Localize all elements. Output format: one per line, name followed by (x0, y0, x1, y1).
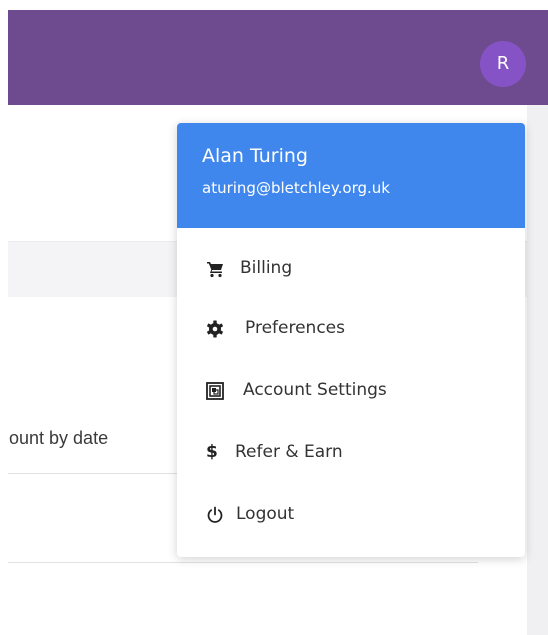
menu-item-refer-earn[interactable]: $ Refer & Earn (177, 429, 525, 477)
menu-item-account-settings[interactable]: Account Settings (177, 367, 525, 415)
background-divider (8, 562, 478, 563)
menu-item-billing[interactable]: Billing (177, 245, 525, 293)
menu-item-logout[interactable]: Logout (177, 491, 525, 539)
gear-icon (207, 320, 223, 338)
top-navbar: R (8, 10, 548, 105)
menu-item-label: Logout (236, 504, 295, 524)
background-scroll-track (527, 105, 548, 635)
user-email: aturing@bletchley.org.uk (202, 179, 390, 197)
menu-item-label: Preferences (245, 318, 345, 338)
menu-item-preferences[interactable]: Preferences (177, 305, 525, 353)
power-icon (207, 506, 223, 523)
user-dropdown-menu: Alan Turing aturing@bletchley.org.uk Bil… (177, 123, 525, 557)
page: R ount by date Alan Turing aturing@bletc… (0, 0, 548, 635)
menu-item-label: Account Settings (243, 380, 387, 400)
user-avatar-button[interactable]: R (480, 41, 526, 87)
menu-item-label: Refer & Earn (235, 442, 343, 462)
background-sort-text: ount by date (9, 428, 109, 448)
dollar-icon: $ (206, 442, 218, 462)
menu-item-label: Billing (240, 258, 293, 278)
account-settings-icon (206, 382, 224, 400)
cart-icon (207, 262, 223, 278)
user-name: Alan Turing (202, 145, 308, 167)
dropdown-user-header: Alan Turing aturing@bletchley.org.uk (177, 123, 525, 228)
